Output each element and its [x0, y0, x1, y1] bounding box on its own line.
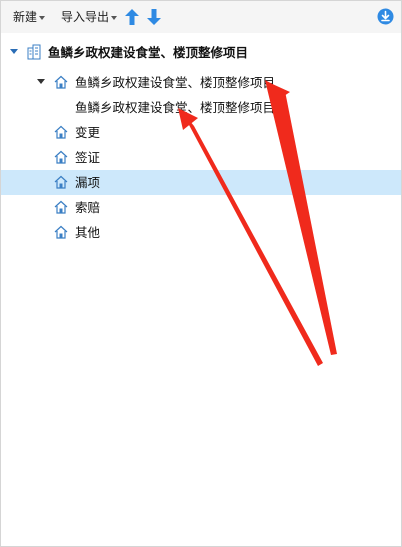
tree-node-omission[interactable]: 漏项 — [1, 170, 401, 195]
arrow-down-icon[interactable] — [147, 9, 161, 25]
tree-node-project[interactable]: 鱼鳞乡政权建设食堂、楼顶整修项目 — [1, 70, 401, 95]
tree-node-project-child-label: 鱼鳞乡政权建设食堂、楼顶整修项目 — [75, 100, 276, 115]
arrow-up-icon[interactable] — [125, 9, 139, 25]
house-icon — [54, 200, 68, 214]
tree-node-label: 变更 — [75, 125, 101, 140]
tree-node-claim[interactable]: 索赔 — [1, 195, 401, 220]
tree-node-root-label: 鱼鳞乡政权建设食堂、楼顶整修项目 — [48, 45, 249, 60]
building-icon — [27, 44, 41, 60]
house-icon — [54, 150, 68, 164]
tree-node-label: 索赔 — [75, 200, 101, 215]
tree-node-label: 其他 — [75, 225, 101, 240]
house-icon — [54, 125, 68, 139]
chevron-down-icon — [39, 15, 46, 20]
tree-node-label: 签证 — [75, 150, 101, 165]
tree-node-change[interactable]: 变更 — [1, 120, 401, 145]
tree-node-project-child[interactable]: 鱼鳞乡政权建设食堂、楼顶整修项目 — [1, 95, 401, 120]
toolbar: 新建 导入导出 — [1, 1, 401, 33]
house-icon — [54, 75, 68, 89]
collapse-toggle-icon[interactable] — [10, 49, 18, 54]
house-icon — [54, 225, 68, 239]
tree-node-project-label: 鱼鳞乡政权建设食堂、楼顶整修项目 — [75, 75, 276, 90]
download-circle-icon[interactable] — [377, 8, 394, 25]
new-button-label: 新建 — [13, 10, 38, 24]
tree-panel: 新建 导入导出 鱼鳞乡政权建设食堂、楼顶整修项目 鱼鳞乡政权建设食堂、楼顶整修项… — [0, 0, 402, 547]
chevron-down-icon — [111, 15, 118, 20]
tree-node-label: 漏项 — [75, 175, 101, 190]
new-button[interactable]: 新建 — [13, 10, 46, 24]
tree-node-visa[interactable]: 签证 — [1, 145, 401, 170]
house-icon — [54, 175, 68, 189]
collapse-toggle-icon[interactable] — [37, 79, 45, 84]
import-export-button[interactable]: 导入导出 — [61, 10, 118, 24]
import-export-button-label: 导入导出 — [61, 10, 110, 24]
tree-node-other[interactable]: 其他 — [1, 220, 401, 245]
tree-node-root[interactable]: 鱼鳞乡政权建设食堂、楼顶整修项目 — [1, 40, 401, 65]
